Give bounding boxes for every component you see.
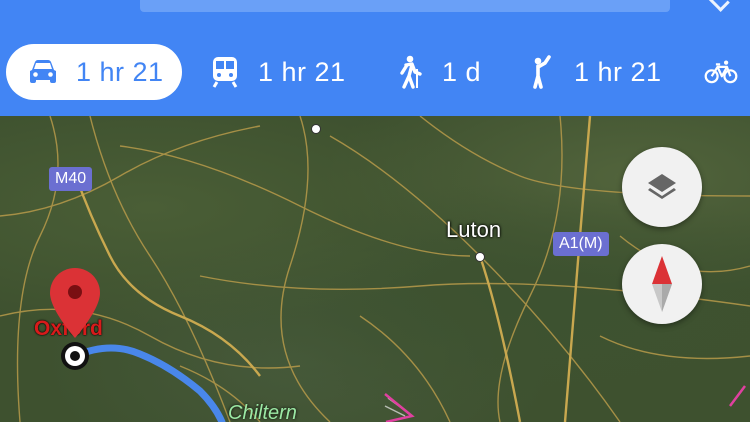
compass-button[interactable] (622, 244, 702, 324)
directions-header: 1 hr 21 1 hr 21 1 d 1 hr 21 (0, 0, 750, 116)
menu-chevron-icon[interactable] (707, 0, 730, 12)
mode-tab-ride-hailing[interactable]: 1 hr 21 (524, 44, 662, 100)
layers-icon (648, 174, 676, 199)
mode-tab-walk[interactable]: 1 d (392, 44, 481, 100)
area-label: Chiltern (228, 402, 297, 422)
transit-duration: 1 hr 21 (258, 56, 346, 87)
map-view[interactable]: M40 A1(M) Luton Oxford Chiltern (0, 116, 750, 422)
mode-tab-transit[interactable]: 1 hr 21 (208, 44, 346, 100)
road-label-a1m: A1(M) (553, 232, 609, 256)
city-label-luton: Luton (446, 217, 502, 242)
hailing-duration: 1 hr 21 (574, 56, 662, 87)
compass-icon (652, 256, 672, 312)
walk-duration: 1 d (442, 56, 482, 87)
mode-tab-drive[interactable]: 1 hr 21 (6, 44, 182, 100)
drive-duration: 1 hr 21 (76, 56, 164, 87)
road-label-m40: M40 (49, 167, 93, 191)
town-marker (311, 124, 321, 134)
destination-pin-icon[interactable] (50, 268, 100, 378)
luton-marker (475, 252, 485, 262)
hailing-icon (524, 55, 558, 89)
layers-button[interactable] (622, 147, 702, 227)
search-field-edge[interactable] (140, 0, 670, 12)
bicycle-icon (704, 55, 738, 89)
car-icon (26, 55, 60, 89)
train-icon (208, 55, 242, 89)
mode-tab-cycle[interactable] (704, 44, 750, 100)
walking-icon (392, 55, 426, 89)
